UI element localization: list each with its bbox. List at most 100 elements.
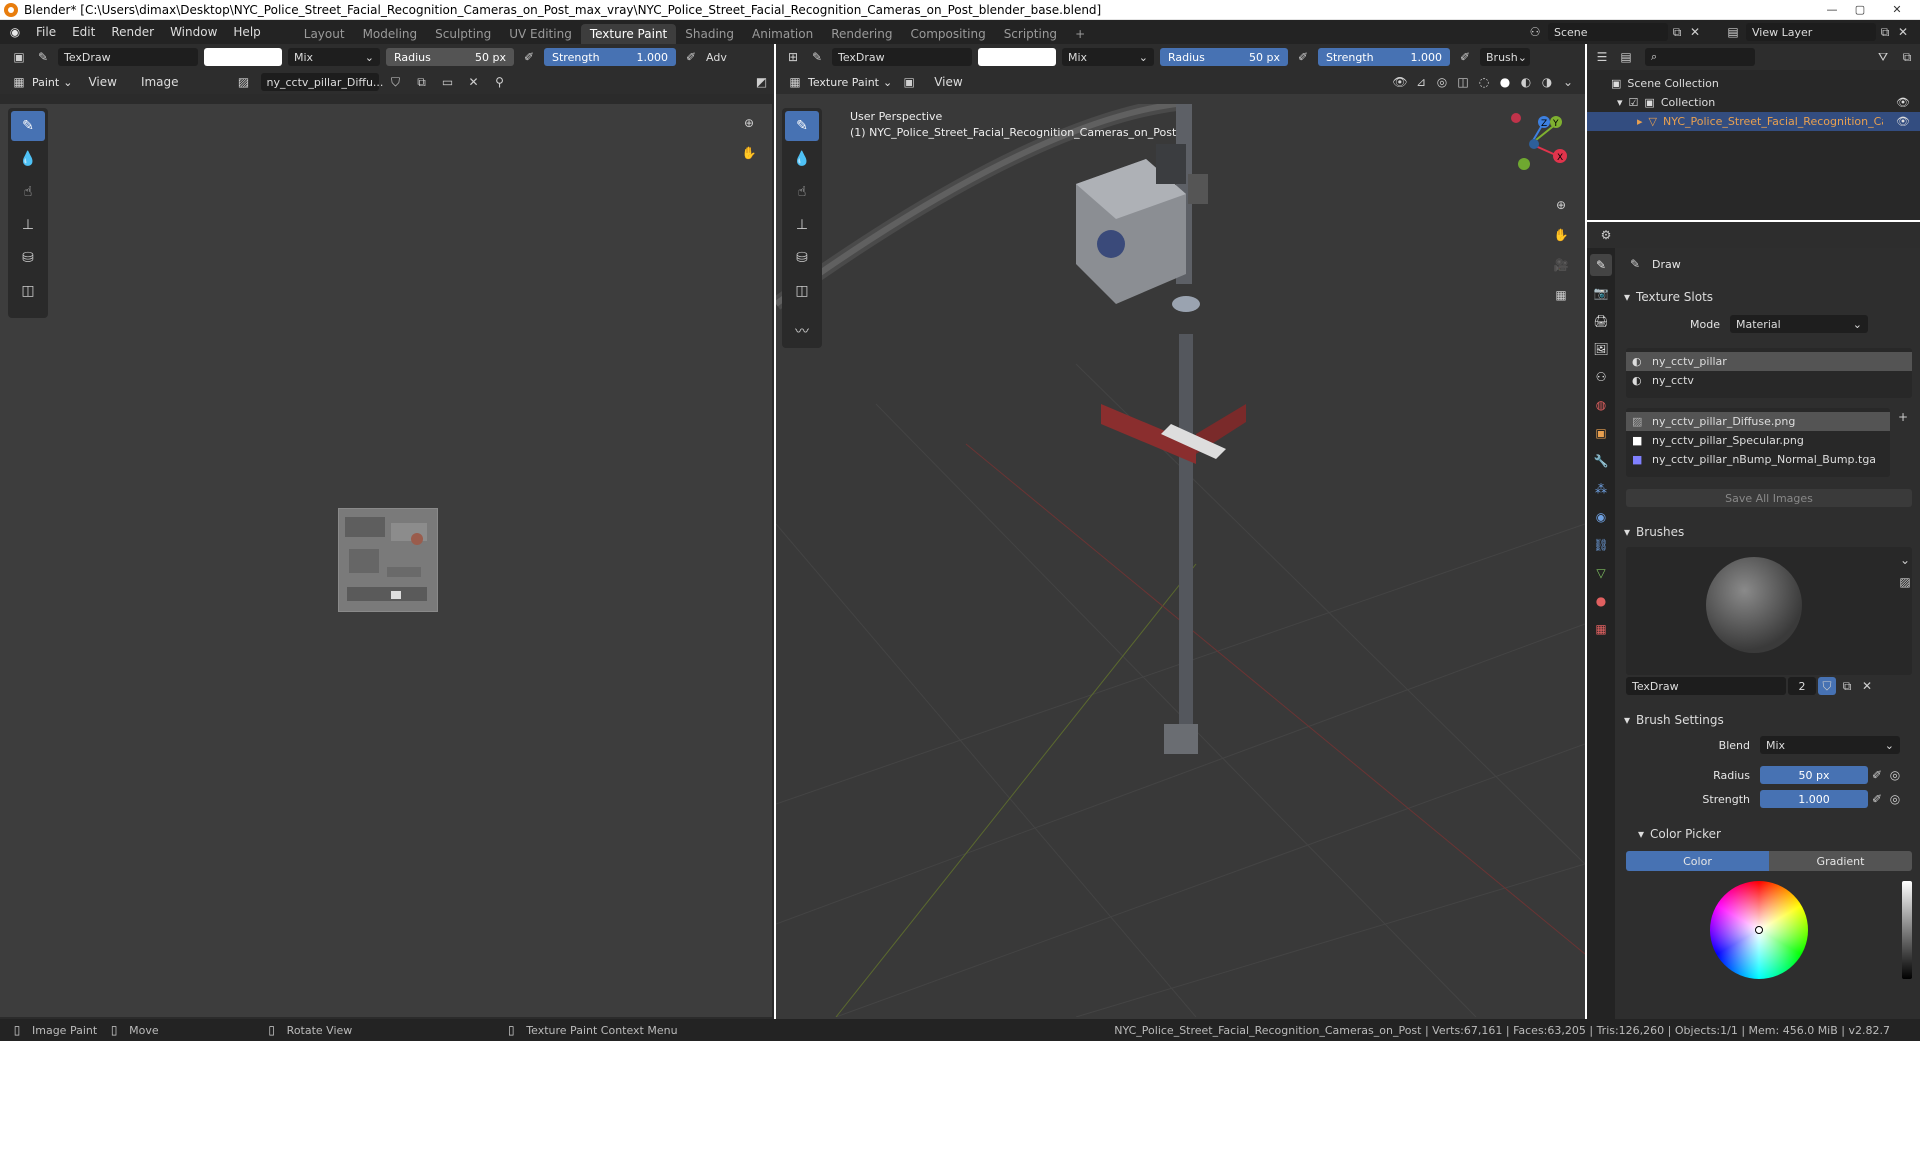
checkbox-icon[interactable]: ☑: [1629, 96, 1639, 109]
value-slider[interactable]: [1902, 881, 1912, 979]
outliner-collection[interactable]: ▾ ☑ ▣ Collection 👁: [1587, 93, 1920, 112]
radius-unit-icon[interactable]: ◎: [1886, 766, 1904, 784]
viewport-canvas[interactable]: ✎ 💧 ☝ ⊥ ⛁ ◫ 〰 User Perspective (1) NYC_P…: [776, 104, 1585, 1017]
minimize-button[interactable]: —: [1818, 0, 1846, 18]
advanced-menu[interactable]: Adv: [706, 51, 727, 64]
pan-hand-icon[interactable]: ✋: [1552, 226, 1570, 244]
zoom-icon[interactable]: ⊕: [1552, 196, 1570, 214]
constraints-tab-icon[interactable]: ⛓: [1590, 534, 1612, 556]
view-layer-tab-icon[interactable]: 🖼: [1590, 338, 1612, 360]
annotate-tool-icon[interactable]: 〰: [785, 316, 819, 346]
shading-options-icon[interactable]: ⌄: [1559, 73, 1577, 91]
rendered-shading-icon[interactable]: ◑: [1538, 73, 1556, 91]
color-wheel-cursor[interactable]: [1755, 926, 1763, 934]
color-picker-panel-header[interactable]: ▾ Color Picker: [1618, 823, 1920, 845]
pressure-radius-icon[interactable]: ✐: [1294, 48, 1312, 66]
brush-menu[interactable]: Brush ⌄: [1480, 48, 1530, 66]
mode-selector[interactable]: ▦ Texture Paint ⌄: [786, 73, 892, 91]
outliner-scene-collection[interactable]: ▣ Scene Collection: [1587, 74, 1920, 93]
maximize-button[interactable]: ▢: [1846, 0, 1874, 18]
zoom-icon[interactable]: ⊕: [740, 114, 758, 132]
list-item[interactable]: ■ ny_cctv_pillar_Specular.png: [1626, 431, 1890, 450]
xray-toggle-icon[interactable]: ◫: [1454, 73, 1472, 91]
brush-color-swatch[interactable]: [978, 48, 1056, 66]
unlink-image-icon[interactable]: ✕: [465, 73, 483, 91]
brush-selector[interactable]: TexDraw: [58, 48, 198, 66]
smear-tool-icon[interactable]: ☝: [785, 177, 819, 207]
pin-icon[interactable]: ⚲: [491, 73, 509, 91]
scene-name-field[interactable]: Scene: [1548, 23, 1668, 41]
strength-slider[interactable]: Strength 1.000: [1318, 48, 1450, 66]
texture-mode-dropdown[interactable]: Material ⌄: [1730, 315, 1868, 333]
brush-selector[interactable]: TexDraw: [832, 48, 972, 66]
close-window-button[interactable]: ✕: [1874, 0, 1920, 18]
overlay-toggle-icon[interactable]: ◎: [1433, 73, 1451, 91]
image-canvas[interactable]: ✎ 💧 ☝ ⊥ ⛁ ◫ ⊕ ✋: [0, 104, 772, 1017]
chevron-down-icon[interactable]: ⌄: [1896, 551, 1914, 569]
editor-type-icon[interactable]: ⊞: [784, 48, 802, 66]
unlink-brush-icon[interactable]: ✕: [1858, 677, 1876, 695]
mask-tool-icon[interactable]: ◫: [11, 276, 45, 306]
particles-tab-icon[interactable]: ⁂: [1590, 478, 1612, 500]
tab-sculpting[interactable]: Sculpting: [426, 24, 500, 44]
pressure-radius-icon[interactable]: ✐: [520, 48, 538, 66]
new-image-icon[interactable]: ⧉: [413, 73, 431, 91]
open-image-folder-icon[interactable]: ▭: [439, 73, 457, 91]
wireframe-shading-icon[interactable]: ◌: [1475, 73, 1493, 91]
smear-tool-icon[interactable]: ☝: [11, 177, 45, 207]
add-texture-icon[interactable]: +: [1894, 408, 1912, 426]
new-scene-icon[interactable]: ⧉: [1668, 23, 1686, 41]
output-tab-icon[interactable]: 🖨: [1590, 310, 1612, 332]
radius-slider[interactable]: Radius 50 px: [386, 48, 514, 66]
menu-render[interactable]: Render: [103, 20, 162, 44]
save-all-images-button[interactable]: Save All Images: [1626, 489, 1912, 507]
gradient-tab[interactable]: Gradient: [1769, 851, 1912, 871]
fill-tool-icon[interactable]: ⛁: [11, 243, 45, 273]
tab-rendering[interactable]: Rendering: [822, 24, 901, 44]
image-browse-icon[interactable]: ▨: [235, 73, 253, 91]
list-item[interactable]: ▨ ny_cctv_pillar_Diffuse.png: [1626, 412, 1890, 431]
mode-selector[interactable]: ▦ Paint ⌄: [10, 73, 72, 91]
fake-user-shield-icon[interactable]: ⛉: [387, 73, 405, 91]
brush-image-icon[interactable]: ▨: [1896, 573, 1914, 591]
texture-tab-icon[interactable]: ▦: [1590, 618, 1612, 640]
brush-name-field[interactable]: TexDraw: [1626, 677, 1786, 695]
draw-tool-icon[interactable]: ✎: [785, 111, 819, 141]
blend-dropdown[interactable]: Mix ⌄: [1760, 736, 1900, 754]
texture-image-preview[interactable]: [338, 508, 438, 612]
menu-window[interactable]: Window: [162, 20, 225, 44]
display-mode-icon[interactable]: ▤: [1617, 48, 1635, 66]
mask-tool-icon[interactable]: ◫: [785, 276, 819, 306]
menu-edit[interactable]: Edit: [64, 20, 103, 44]
remove-view-layer-icon[interactable]: ✕: [1894, 23, 1912, 41]
object-tab-icon[interactable]: ▣: [1590, 422, 1612, 444]
eye-icon[interactable]: 👁: [1896, 115, 1910, 128]
scene-icon[interactable]: ⚇: [1526, 23, 1544, 41]
color-tab[interactable]: Color: [1626, 851, 1769, 871]
menu-file[interactable]: File: [28, 20, 64, 44]
draw-tool-icon[interactable]: ✎: [11, 111, 45, 141]
outliner-object-row[interactable]: ▸ ▽ NYC_Police_Street_Facial_Recognition…: [1587, 112, 1920, 131]
list-item[interactable]: ◐ ny_cctv: [1626, 371, 1912, 390]
brush-icon[interactable]: ✎: [34, 48, 52, 66]
fake-user-shield-icon[interactable]: ⛉: [1818, 677, 1836, 695]
texture-slots-panel-header[interactable]: ▾ Texture Slots: [1618, 286, 1920, 308]
brush-settings-panel-header[interactable]: ▾ Brush Settings: [1618, 709, 1920, 731]
display-channels-icon[interactable]: ◩: [753, 73, 771, 91]
tab-compositing[interactable]: Compositing: [901, 24, 994, 44]
render-tab-icon[interactable]: 📷: [1590, 282, 1612, 304]
image-name-field[interactable]: ny_cctv_pillar_Diffu...: [260, 73, 383, 91]
strength-unit-icon[interactable]: ◎: [1886, 790, 1904, 808]
fill-tool-icon[interactable]: ⛁: [785, 243, 819, 273]
pressure-strength-icon[interactable]: ✐: [1868, 790, 1886, 808]
data-tab-icon[interactable]: ▽: [1590, 562, 1612, 584]
expand-right-icon[interactable]: ▸: [1637, 115, 1643, 128]
pressure-strength-icon[interactable]: ✐: [682, 48, 700, 66]
menu-view[interactable]: View: [80, 70, 124, 94]
add-workspace-icon[interactable]: +: [1066, 24, 1094, 44]
blend-mode-dropdown[interactable]: Mix ⌄: [1062, 48, 1154, 66]
outliner-search-input[interactable]: ⌕: [1645, 48, 1755, 66]
visibility-icon[interactable]: 👁: [1391, 73, 1409, 91]
pressure-radius-icon[interactable]: ✐: [1868, 766, 1886, 784]
scene-tab-icon[interactable]: ⚇: [1590, 366, 1612, 388]
